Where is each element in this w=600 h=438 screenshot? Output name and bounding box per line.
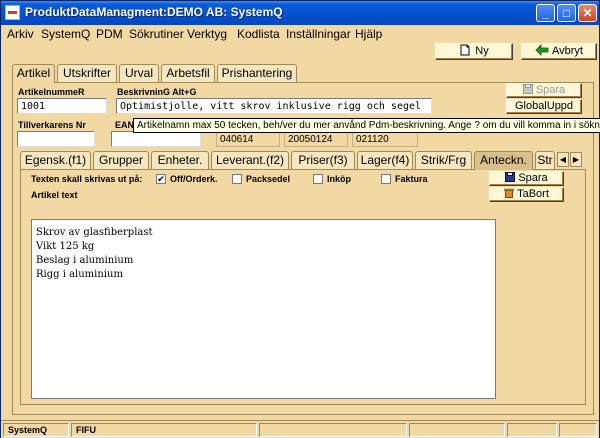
tab-artikel[interactable]: Artikel: [12, 64, 55, 83]
checkbox-packsedel-label: Packsedel: [246, 174, 291, 184]
description-label: BeskrivninG Alt+G: [117, 87, 197, 97]
third-date-field: 021120: [352, 131, 418, 147]
delete-note-label: TaBort: [517, 188, 549, 200]
menu-sokrutiner[interactable]: Sökrutiner: [129, 27, 184, 41]
checkbox-packsedel[interactable]: [232, 174, 242, 184]
menu-pdm[interactable]: PDM: [96, 27, 123, 41]
floppy-disk-icon: [505, 172, 516, 182]
app-window: ProduktDataManagment:DEMO AB: SystemQ _ …: [0, 0, 600, 438]
article-text-line: Rigg i aluminium: [36, 269, 123, 280]
tab-strik-farg[interactable]: Strik/Frg: [415, 151, 472, 169]
checkbox-off-orderk-label: Off/Orderk.: [170, 174, 218, 184]
print-on-label: Texten skall skrivas ut på:: [31, 174, 143, 184]
status-system: SystemQ: [3, 423, 69, 437]
status-field-5: [507, 423, 557, 437]
save-article-button[interactable]: Spara: [506, 83, 582, 98]
status-bar: SystemQ FIFU: [1, 420, 599, 438]
tab-prishantering[interactable]: Prishantering: [217, 64, 297, 82]
checkbox-faktura[interactable]: [381, 174, 391, 184]
delete-note-button[interactable]: TaBort: [489, 187, 564, 202]
menu-installningar[interactable]: Inställningar: [286, 27, 351, 41]
window-title: ProduktDataManagment:DEMO AB: SystemQ: [25, 5, 283, 19]
new-button[interactable]: Ny: [435, 43, 513, 60]
tab-leverantorer[interactable]: Leverant.(f2): [211, 151, 289, 169]
app-icon[interactable]: [5, 5, 20, 20]
tab-egenskaper[interactable]: Egensk.(f1): [20, 151, 91, 169]
checkbox-inkop[interactable]: [313, 174, 323, 184]
close-button[interactable]: ✕: [578, 4, 597, 22]
tab-scroll-right-button[interactable]: ▶: [570, 152, 582, 167]
ean-field[interactable]: [111, 131, 201, 147]
description-field[interactable]: Optimistjolle, vitt skrov inklusive rigg…: [116, 98, 432, 114]
tab-lager[interactable]: Lager(f4): [357, 151, 413, 169]
tab-arbetsfil[interactable]: Arbetsfil: [161, 64, 215, 82]
checkbox-faktura-label: Faktura: [395, 174, 428, 184]
checkbox-off-orderk[interactable]: ✔: [156, 174, 166, 184]
back-arrow-icon: [535, 44, 549, 56]
status-field-4: [409, 423, 505, 437]
ean-label: EAN: [115, 120, 135, 130]
description-tooltip: Artikelnamn max 50 tecken, beh/ver du me…: [133, 118, 600, 133]
save-note-label: Spara: [518, 172, 548, 184]
menu-arkiv[interactable]: Arkiv: [7, 27, 34, 41]
manufacturer-number-field[interactable]: [17, 131, 95, 147]
menu-kodlista[interactable]: Kodlista: [237, 27, 280, 41]
article-text-area[interactable]: Skrov av glasfiberplast Vikt 125 kg Besl…: [31, 219, 496, 399]
maximize-button[interactable]: □: [557, 4, 576, 22]
save-note-button[interactable]: Spara: [489, 171, 564, 186]
cancel-button-label: Avbryt: [552, 45, 583, 57]
new-button-label: Ny: [475, 45, 489, 57]
menu-verktyg[interactable]: Verktyg: [187, 27, 227, 41]
trash-bin-icon: [504, 188, 514, 198]
article-text-line: Beslag i aluminium: [36, 255, 134, 266]
title-bar[interactable]: ProduktDataManagment:DEMO AB: SystemQ _ …: [1, 1, 599, 25]
menu-hjalp[interactable]: Hjälp: [355, 27, 382, 41]
tab-utskrifter[interactable]: Utskrifter: [57, 64, 117, 82]
changed-date-field: 20050124: [284, 131, 348, 147]
tab-anteckningar[interactable]: Anteckn.: [474, 151, 533, 170]
status-user: FIFU: [71, 423, 257, 437]
checkbox-inkop-label: Inköp: [327, 174, 351, 184]
manufacturer-number-label: Tillverkarens Nr: [18, 120, 86, 130]
tab-priser[interactable]: Priser(f3): [291, 151, 355, 169]
global-update-button[interactable]: GlobalUppd: [506, 99, 582, 114]
menu-systemq[interactable]: SystemQ: [41, 27, 90, 41]
article-number-field[interactable]: 1001: [17, 98, 107, 114]
tab-urval[interactable]: Urval: [119, 64, 159, 82]
floppy-disk-icon: [522, 84, 533, 94]
tab-grupper[interactable]: Grupper: [93, 151, 149, 169]
menu-bar: Arkiv SystemQ PDM Sökrutiner Verktyg Kod…: [1, 25, 599, 43]
save-article-label: Spara: [535, 84, 566, 96]
cancel-button[interactable]: Avbryt: [521, 43, 597, 60]
article-text-line: Vikt 125 kg: [36, 241, 95, 252]
created-date-field: 040614: [216, 131, 280, 147]
article-number-label: ArtikelnummeR: [18, 87, 85, 97]
tab-enheter[interactable]: Enheter.: [151, 151, 209, 169]
tab-scroll-left-button[interactable]: ◀: [557, 152, 569, 167]
article-text-line: Skrov av glasfiberplast: [36, 227, 153, 238]
status-field-6: [559, 423, 597, 437]
minimize-button[interactable]: _: [536, 4, 555, 22]
status-field-3: [259, 423, 407, 437]
tab-str[interactable]: Str: [535, 151, 555, 169]
article-text-label: Artikel text: [31, 190, 78, 200]
new-document-icon: [460, 44, 470, 56]
